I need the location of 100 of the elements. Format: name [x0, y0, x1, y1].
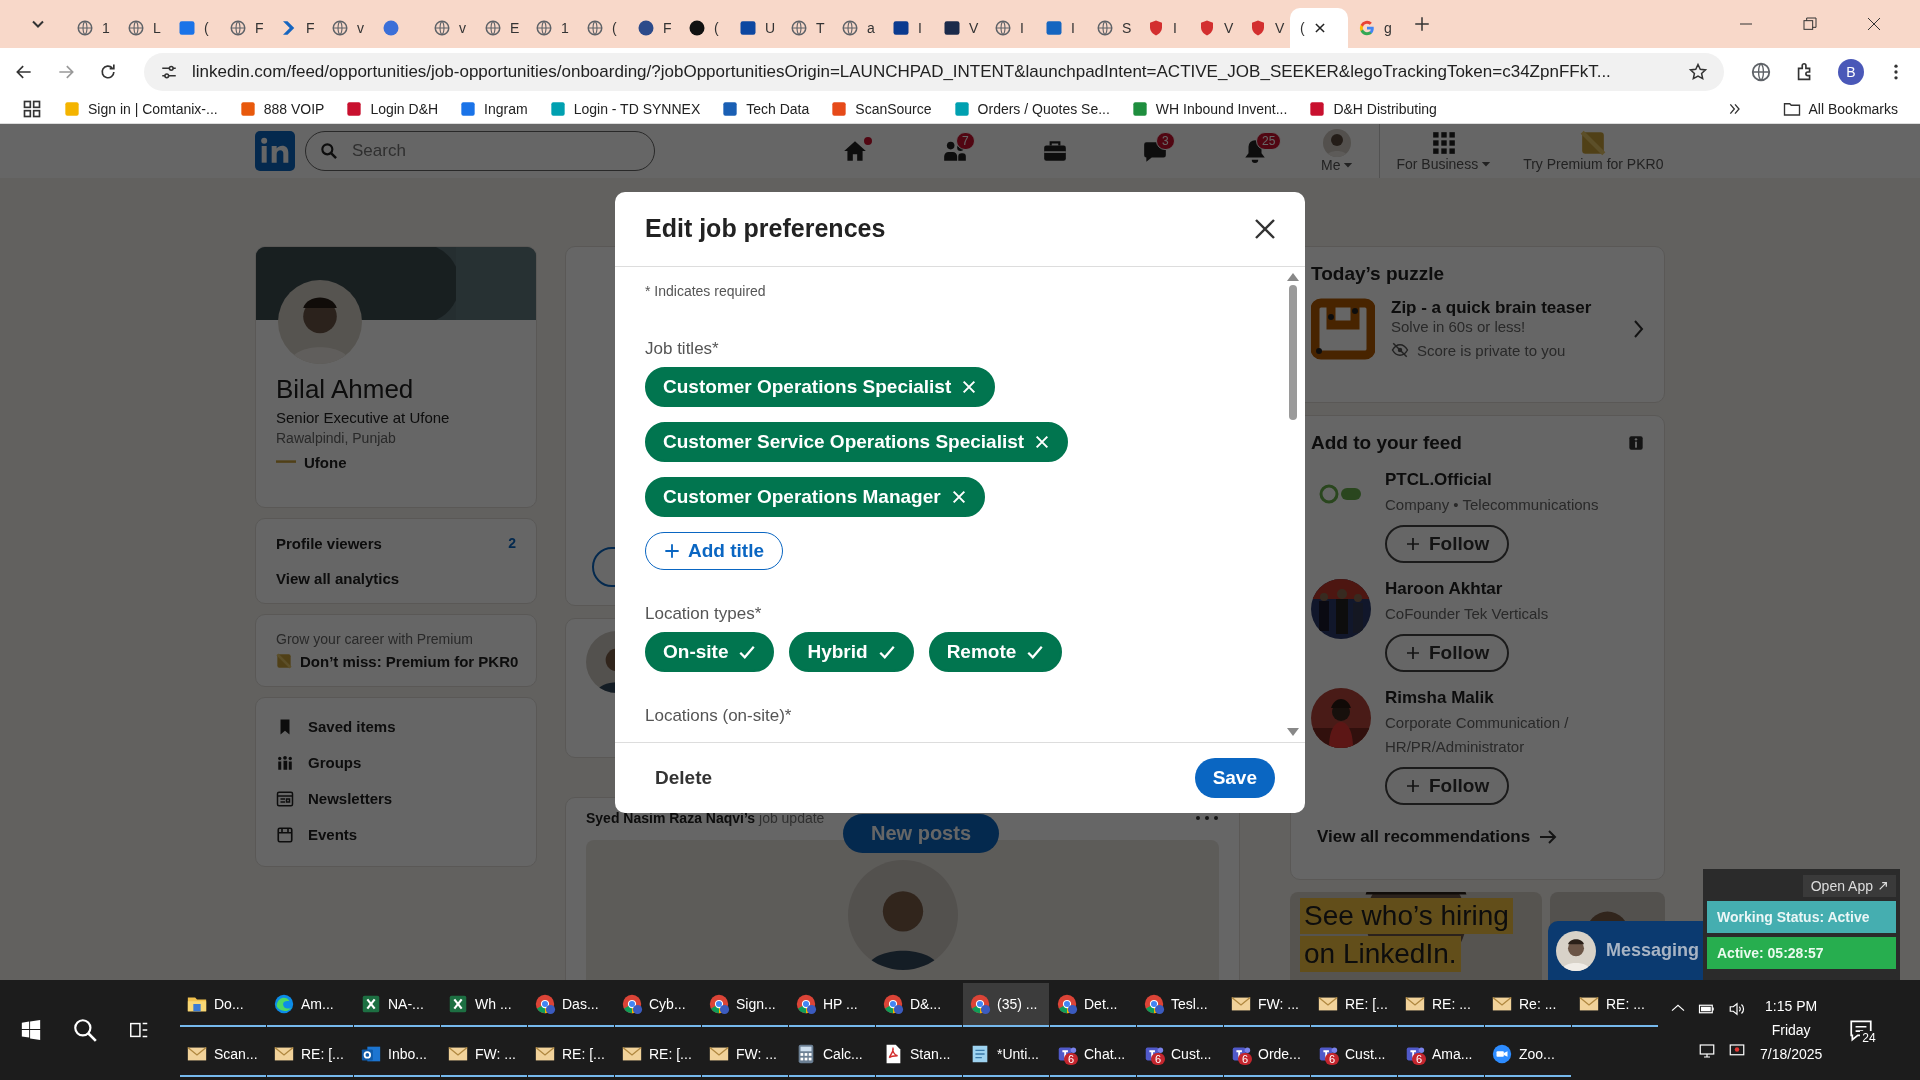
browser-tab[interactable]: g: [1348, 8, 1399, 48]
browser-tab[interactable]: U: [729, 8, 780, 48]
browser-tab[interactable]: v: [423, 8, 474, 48]
browser-tab[interactable]: I: [1035, 8, 1086, 48]
bookmark-item[interactable]: Login D&H: [346, 101, 439, 118]
job-title-chip[interactable]: Customer Operations Manager: [645, 476, 985, 517]
taskbar-item[interactable]: 6 Cust...: [1137, 1033, 1223, 1077]
taskbar-item[interactable]: Do...: [180, 983, 266, 1028]
taskbar-item[interactable]: 6 Orde...: [1224, 1033, 1310, 1077]
browser-tab[interactable]: (: [678, 8, 729, 48]
browser-tab[interactable]: V: [933, 8, 984, 48]
close-icon[interactable]: [1866, 16, 1882, 32]
globe-icon: [994, 19, 1012, 37]
taskbar-item[interactable]: Det...: [1050, 983, 1136, 1028]
browser-tab[interactable]: V: [1188, 8, 1239, 48]
browser-tab[interactable]: 1: [525, 8, 576, 48]
taskbar-item[interactable]: RE: [...: [528, 1033, 614, 1077]
taskbar-item[interactable]: Wh ...: [441, 983, 527, 1028]
taskbar-item[interactable]: FW: ...: [1224, 983, 1310, 1028]
browser-tab[interactable]: (: [1290, 8, 1348, 48]
bookmark-item[interactable]: Login - TD SYNNEX: [549, 101, 701, 118]
taskbar-item[interactable]: *Unti...: [963, 1033, 1049, 1077]
browser-tab[interactable]: v: [321, 8, 372, 48]
taskbar-item[interactable]: RE: ...: [1398, 983, 1484, 1028]
delete-button[interactable]: Delete: [645, 758, 723, 797]
close-icon[interactable]: [1312, 21, 1327, 35]
bookmark-item[interactable]: D&H Distributing: [1309, 101, 1437, 118]
globe-icon[interactable]: [1750, 60, 1772, 83]
bookmark-item[interactable]: 888 VOIP: [239, 101, 325, 118]
taskbar-item[interactable]: (35) ...: [963, 983, 1049, 1028]
taskbar-item[interactable]: 6 Ama...: [1398, 1033, 1484, 1077]
browser-tab[interactable]: S: [1086, 8, 1137, 48]
profile-avatar[interactable]: B: [1838, 58, 1864, 85]
taskbar-item[interactable]: RE: [...: [615, 1033, 701, 1077]
taskbar-item[interactable]: NA-...: [354, 983, 440, 1028]
browser-tab[interactable]: E: [474, 8, 525, 48]
bookmark-folder[interactable]: All Bookmarks: [1782, 100, 1898, 119]
restore-icon[interactable]: [1802, 16, 1818, 32]
star-icon[interactable]: [1688, 61, 1708, 82]
taskbar-item[interactable]: HP ...: [789, 983, 875, 1028]
bookmark-item[interactable]: Tech Data: [722, 101, 810, 118]
bookmark-item[interactable]: Ingram: [460, 101, 528, 118]
bookmark-item[interactable]: WH Inbound Invent...: [1131, 101, 1288, 118]
taskbar-item[interactable]: Das...: [528, 983, 614, 1028]
taskbar-item[interactable]: Stan...: [876, 1033, 962, 1077]
browser-tab[interactable]: I: [882, 8, 933, 48]
taskbar-item[interactable]: Zoo...: [1485, 1033, 1571, 1077]
location-type-chip[interactable]: Remote: [928, 631, 1063, 672]
start-icon[interactable]: [20, 1019, 42, 1042]
taskbar-item[interactable]: Scan...: [180, 1033, 266, 1077]
browser-tab[interactable]: T: [780, 8, 831, 48]
taskbar-item[interactable]: 6 Cust...: [1311, 1033, 1397, 1077]
bookmark-item[interactable]: Orders / Quotes Se...: [953, 101, 1110, 118]
location-type-chip[interactable]: Hybrid: [789, 631, 914, 672]
bookmark-item[interactable]: Sign in | Comtanix-...: [64, 101, 218, 118]
apps-icon[interactable]: [22, 99, 42, 120]
chevron-right-icon[interactable]: [1632, 318, 1644, 339]
address-bar[interactable]: linkedin.com/feed/opportunities/job-opportunities/onboarding/?jobOpportunitiesOrigin=LAUNCHPAD_INTENT&launchpadIntent=ACTIVE_JOB_SEEKER&legoTrackingToken=c34ZpnFFkT...: [144, 52, 1724, 91]
browser-tab[interactable]: L: [117, 8, 168, 48]
more-options-icon[interactable]: [1195, 813, 1219, 822]
taskbar-item[interactable]: Re: ...: [1485, 983, 1571, 1028]
search-icon[interactable]: [72, 1017, 98, 1044]
job-title-chip[interactable]: Customer Operations Specialist: [645, 366, 996, 407]
browser-tab[interactable]: F: [627, 8, 678, 48]
browser-tab[interactable]: a: [831, 8, 882, 48]
taskbar-item[interactable]: RE: [...: [267, 1033, 353, 1077]
taskbar-item[interactable]: FW: ...: [702, 1033, 788, 1077]
taskbar-item[interactable]: 6 Chat...: [1050, 1033, 1136, 1077]
taskbar-item[interactable]: Inbo...: [354, 1033, 440, 1077]
browser-tab[interactable]: F: [219, 8, 270, 48]
taskbar-item[interactable]: Cyb...: [615, 983, 701, 1028]
card-title: Add to your feed: [1311, 431, 1462, 454]
taskbar-item[interactable]: RE: ...: [1572, 983, 1658, 1028]
network-icon[interactable]: [1698, 1042, 1716, 1061]
browser-tab[interactable]: (: [168, 8, 219, 48]
linkedin-logo[interactable]: [255, 130, 295, 171]
taskbar-item[interactable]: Tesl...: [1137, 983, 1223, 1028]
browser-tab[interactable]: 1: [66, 8, 117, 48]
notifications-icon[interactable]: [1848, 1017, 1875, 1044]
scroll-thumb[interactable]: [1289, 284, 1297, 420]
field-label: Job titles*: [645, 338, 720, 359]
taskbar-item[interactable]: Am...: [267, 983, 353, 1028]
open-app-button[interactable]: Open App: [1802, 874, 1896, 897]
taskbar-item[interactable]: Calc...: [789, 1033, 875, 1077]
location-type-chip[interactable]: On-site: [645, 631, 775, 672]
taskbar-item[interactable]: RE: [...: [1311, 983, 1397, 1028]
browser-tab[interactable]: I: [1137, 8, 1188, 48]
taskbar-item[interactable]: Sign...: [702, 983, 788, 1028]
save-button[interactable]: Save: [1194, 757, 1275, 798]
bookmark-item[interactable]: ScanSource: [831, 101, 932, 118]
browser-tab[interactable]: V: [1239, 8, 1290, 48]
taskbar-item[interactable]: FW: ...: [441, 1033, 527, 1077]
browser-tab[interactable]: F: [270, 8, 321, 48]
clock[interactable]: 1:15 PM Friday 7/18/2025: [1760, 998, 1823, 1063]
new-tab-icon[interactable]: [1413, 15, 1431, 33]
browser-tab[interactable]: I: [984, 8, 1035, 48]
job-title-chip[interactable]: Customer Service Operations Specialist: [645, 421, 1069, 462]
close-icon[interactable]: [1253, 216, 1277, 241]
browser-tab[interactable]: (: [576, 8, 627, 48]
taskbar-item[interactable]: D&...: [876, 983, 962, 1028]
